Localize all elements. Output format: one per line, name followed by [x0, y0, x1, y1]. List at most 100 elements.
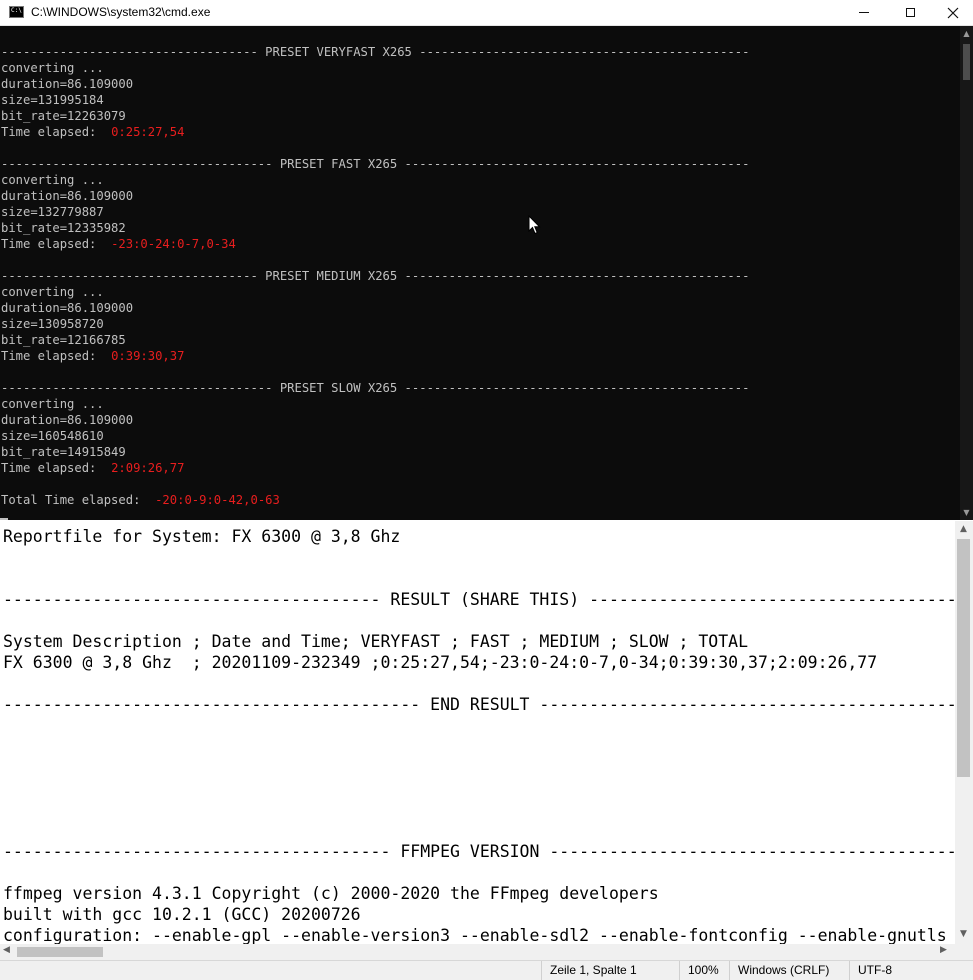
console-line-text: ----------------------------------- PRES…: [1, 269, 750, 283]
console-line-text: converting ...: [1, 173, 104, 187]
console-line: duration=86.109000: [1, 76, 749, 92]
cmd-vertical-scrollbar[interactable]: ▲ ▼: [960, 26, 973, 520]
close-button[interactable]: [932, 0, 973, 25]
console-line: Time elapsed: 0:25:27,54: [1, 124, 749, 140]
notepad-line: [3, 568, 955, 589]
notepad-line: [3, 862, 955, 883]
cmd-console-output[interactable]: ----------------------------------- PRES…: [0, 26, 960, 520]
notepad-line: ffmpeg version 4.3.1 Copyright (c) 2000-…: [3, 884, 659, 903]
maximize-button[interactable]: [887, 0, 933, 25]
console-line-text: ------------------------------------- PR…: [1, 381, 750, 395]
console-line: size=132779887: [1, 204, 749, 220]
console-line: size=160548610: [1, 428, 749, 444]
console-line: Total Time elapsed: -20:0-9:0-42,0-63: [1, 492, 749, 508]
notepad-line: System Description ; Date and Time; VERY…: [3, 632, 749, 651]
cmd-scroll-thumb[interactable]: [963, 44, 970, 80]
console-line-text: duration=86.109000: [1, 77, 134, 91]
notepad-vertical-thumb[interactable]: [957, 539, 970, 777]
notepad-line: [3, 799, 955, 820]
scrollbar-corner: [955, 944, 973, 960]
console-line-text: Time elapsed:: [1, 349, 112, 363]
scroll-up-icon[interactable]: ▲: [962, 29, 971, 38]
notepad-line: FX 6300 @ 3,8 Ghz ; 20201109-232349 ;0:2…: [3, 653, 878, 672]
elapsed-time-value: 2:09:26,77: [111, 461, 185, 475]
minimize-button[interactable]: [841, 0, 887, 25]
console-line: ------------------------------------- PR…: [1, 156, 749, 172]
scroll-left-icon[interactable]: ◀: [3, 945, 10, 955]
scroll-down-icon[interactable]: ▼: [962, 508, 971, 517]
console-line-text: converting ...: [1, 397, 104, 411]
console-line: converting ...: [1, 172, 749, 188]
notepad-line: --------------------------------------- …: [3, 842, 955, 861]
console-line: ------------------------------------- PR…: [1, 380, 749, 396]
scroll-right-icon[interactable]: ▶: [940, 945, 947, 955]
notepad-horizontal-thumb[interactable]: [17, 947, 103, 957]
notepad-line: built with gcc 10.2.1 (GCC) 20200726: [3, 905, 361, 924]
console-line: bit_rate=12335982: [1, 220, 749, 236]
elapsed-time-value: -20:0-9:0-42,0-63: [155, 493, 280, 507]
scroll-up-icon[interactable]: ▲: [960, 524, 967, 534]
console-line-text: Time elapsed:: [1, 461, 112, 475]
console-line-text: size=160548610: [1, 429, 104, 443]
status-encoding: UTF-8: [849, 961, 892, 980]
console-line: size=130958720: [1, 316, 749, 332]
elapsed-time-value: 0:39:30,37: [111, 349, 185, 363]
console-line: bit_rate=12263079: [1, 108, 749, 124]
elapsed-time-value: 0:25:27,54: [111, 125, 185, 139]
console-line-text: size=132779887: [1, 205, 104, 219]
notepad-status-bar: Zeile 1, Spalte 1 100% Windows (CRLF) UT…: [0, 960, 973, 980]
console-line: duration=86.109000: [1, 300, 749, 316]
console-line: Time elapsed: 0:39:30,37: [1, 348, 749, 364]
notepad-line: [3, 673, 955, 694]
console-lines: ----------------------------------- PRES…: [1, 44, 749, 508]
notepad-line: [3, 736, 955, 757]
console-line: ----------------------------------- PRES…: [1, 44, 749, 60]
console-line: bit_rate=14915849: [1, 444, 749, 460]
notepad-line: -------------------------------------- R…: [3, 590, 955, 609]
notepad-horizontal-scrollbar[interactable]: ◀ ▶: [0, 944, 955, 960]
console-line-text: Time elapsed:: [1, 125, 112, 139]
console-line-text: ----------------------------------- PRES…: [1, 45, 750, 59]
status-cursor-position: Zeile 1, Spalte 1: [541, 961, 637, 980]
console-line-text: size=130958720: [1, 317, 104, 331]
console-line: bit_rate=12166785: [1, 332, 749, 348]
console-line: duration=86.109000: [1, 188, 749, 204]
cmd-title-bar[interactable]: C:\WINDOWS\system32\cmd.exe: [0, 0, 973, 26]
console-line: converting ...: [1, 284, 749, 300]
notepad-line: [3, 715, 955, 736]
status-zoom: 100%: [679, 961, 719, 980]
mouse-pointer-icon: [528, 215, 541, 235]
notepad-line: Reportfile for System: FX 6300 @ 3,8 Ghz: [3, 527, 401, 546]
console-line-text: duration=86.109000: [1, 301, 134, 315]
console-line-text: size=131995184: [1, 93, 104, 107]
cmd-app-icon: [9, 6, 24, 18]
maximize-icon: [905, 8, 915, 17]
console-line-text: bit_rate=12335982: [1, 221, 126, 235]
notepad-line: ----------------------------------------…: [3, 695, 955, 714]
elapsed-time-value: -23:0-24:0-7,0-34: [111, 237, 236, 251]
console-line-text: ------------------------------------- PR…: [1, 157, 750, 171]
console-cursor: [0, 518, 8, 520]
console-line-text: bit_rate=12166785: [1, 333, 126, 347]
console-line-text: Time elapsed:: [1, 237, 112, 251]
notepad-vertical-scrollbar[interactable]: ▲ ▼: [955, 521, 973, 944]
notepad-text-area[interactable]: Reportfile for System: FX 6300 @ 3,8 Ghz…: [0, 521, 955, 944]
notepad-line: configuration: --enable-gpl --enable-ver…: [3, 926, 947, 944]
console-line: Time elapsed: 2:09:26,77: [1, 460, 749, 476]
status-line-ending: Windows (CRLF): [729, 961, 829, 980]
console-line: duration=86.109000: [1, 412, 749, 428]
notepad-line: [3, 757, 955, 778]
console-line: converting ...: [1, 60, 749, 76]
console-line-text: duration=86.109000: [1, 189, 134, 203]
minimize-icon: [859, 12, 869, 13]
console-line-text: duration=86.109000: [1, 413, 134, 427]
console-line-text: Total Time elapsed:: [1, 493, 156, 507]
console-line: ----------------------------------- PRES…: [1, 268, 749, 284]
notepad-line: [3, 610, 955, 631]
notepad-lines: Reportfile for System: FX 6300 @ 3,8 Ghz…: [3, 526, 955, 944]
scroll-down-icon[interactable]: ▼: [960, 929, 967, 939]
